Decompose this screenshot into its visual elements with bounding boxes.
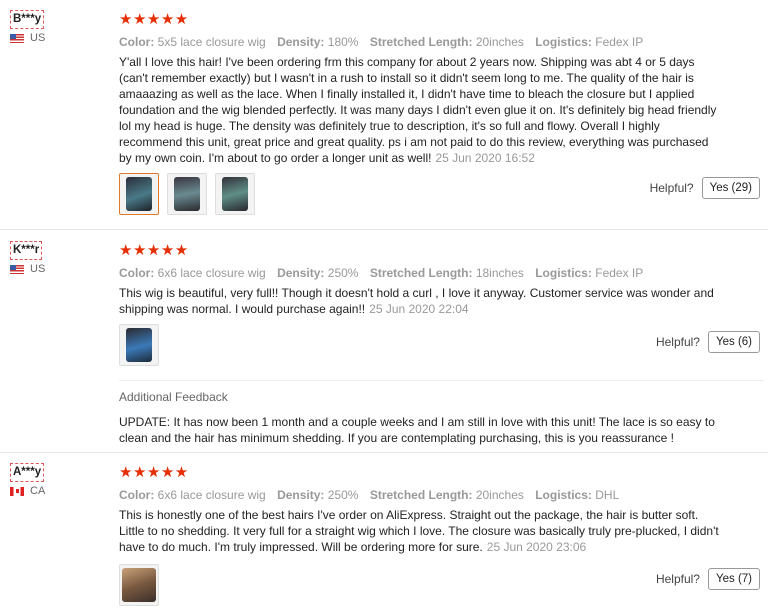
helpful-vote: Helpful? Yes (29) xyxy=(650,177,760,199)
helpful-yes-button[interactable]: Yes (29) xyxy=(701,177,760,199)
additional-feedback-text: UPDATE: It has now been 1 month and a co… xyxy=(119,415,715,445)
review-text: This wig is beautiful, very full!! Thoug… xyxy=(119,286,714,316)
star-rating: ★★★★★ xyxy=(119,11,189,28)
us-flag-icon xyxy=(10,264,24,274)
attr-color: 5x5 lace closure wig xyxy=(157,35,266,49)
star-rating: ★★★★★ xyxy=(119,464,189,481)
reviewer-country: US xyxy=(10,263,110,275)
review-photo-thumb[interactable] xyxy=(119,173,159,215)
review-attributes: Color: 5x5 lace closure wig Density: 180… xyxy=(119,35,644,49)
review-photo-thumb[interactable] xyxy=(119,324,159,366)
review-attributes: Color: 6x6 lace closure wig Density: 250… xyxy=(119,488,620,502)
review-content: ★★★★★ Color: 6x6 lace closure wig Densit… xyxy=(119,242,724,366)
helpful-vote: Helpful? Yes (7) xyxy=(656,568,760,590)
review-photos xyxy=(119,564,724,606)
attr-color: 6x6 lace closure wig xyxy=(157,266,266,280)
reviewer-country: US xyxy=(10,32,110,44)
review-text: This is honestly one of the best hairs I… xyxy=(119,508,719,554)
reviewer-name: B***y xyxy=(10,10,45,29)
attr-length: 20inches xyxy=(475,35,524,49)
reviewer-info: K***r US xyxy=(10,241,110,275)
helpful-label: Helpful? xyxy=(649,181,694,195)
reviewer-info: A***y CA xyxy=(10,463,110,497)
ca-flag-icon xyxy=(10,486,24,496)
review-photos xyxy=(119,324,724,366)
reviewer-name: A***y xyxy=(10,463,45,482)
country-code: CA xyxy=(30,485,46,497)
review-photo-thumb[interactable] xyxy=(215,173,255,215)
reviewer-name: K***r xyxy=(10,241,43,260)
additional-feedback-title: Additional Feedback xyxy=(119,390,228,404)
attr-length: 18inches xyxy=(475,266,524,280)
review-text: Y'all I love this hair! I've been orderi… xyxy=(119,55,717,165)
review-date: 25 Jun 2020 16:52 xyxy=(435,151,535,165)
attr-logistics: DHL xyxy=(595,488,620,502)
star-rating: ★★★★★ xyxy=(119,242,189,259)
attr-density: 250% xyxy=(327,266,359,280)
review-photo-thumb[interactable] xyxy=(119,564,159,606)
reviewer-country: CA xyxy=(10,485,110,497)
feedback-divider xyxy=(119,380,764,381)
review-content: ★★★★★ Color: 6x6 lace closure wig Densit… xyxy=(119,464,724,606)
attr-logistics: Fedex IP xyxy=(595,35,644,49)
attr-density: 180% xyxy=(327,35,359,49)
helpful-label: Helpful? xyxy=(655,335,700,349)
attr-color: 6x6 lace closure wig xyxy=(157,488,266,502)
review-divider xyxy=(0,452,768,453)
review-photos xyxy=(119,173,724,215)
us-flag-icon xyxy=(10,33,24,43)
review-date: 25 Jun 2020 23:06 xyxy=(486,540,587,554)
review-photo-thumb[interactable] xyxy=(167,173,207,215)
helpful-vote: Helpful? Yes (6) xyxy=(656,331,760,353)
review-date: 25 Jun 2020 22:04 xyxy=(369,302,469,316)
helpful-yes-button[interactable]: Yes (6) xyxy=(707,331,760,353)
attr-logistics: Fedex IP xyxy=(595,266,644,280)
review-content: ★★★★★ Color: 5x5 lace closure wig Densit… xyxy=(119,11,724,215)
review-divider xyxy=(0,229,768,230)
country-code: US xyxy=(30,263,46,275)
helpful-label: Helpful? xyxy=(655,572,700,586)
country-code: US xyxy=(30,32,46,44)
reviewer-info: B***y US xyxy=(10,10,110,44)
review-attributes: Color: 6x6 lace closure wig Density: 250… xyxy=(119,266,644,280)
attr-length: 20inches xyxy=(475,488,524,502)
attr-density: 250% xyxy=(327,488,359,502)
helpful-yes-button[interactable]: Yes (7) xyxy=(707,568,760,590)
